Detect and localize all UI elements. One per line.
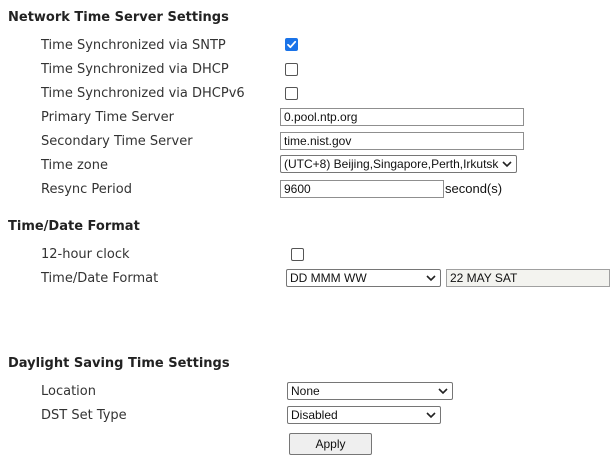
dst-type-select-value: Disabled	[291, 408, 338, 422]
dhcp-checkbox[interactable]	[285, 63, 298, 76]
timezone-label: Time zone	[41, 158, 108, 173]
dst-type-label: DST Set Type	[41, 408, 127, 423]
check-icon	[287, 40, 297, 49]
location-select-value: None	[291, 384, 320, 398]
location-label: Location	[41, 384, 96, 399]
location-select[interactable]: None	[287, 382, 453, 400]
hour12-label: 12-hour clock	[41, 247, 130, 262]
dhcpv6-checkbox[interactable]	[285, 87, 298, 100]
ntp-section-title: Network Time Server Settings	[8, 10, 229, 25]
secondary-server-label: Secondary Time Server	[41, 134, 193, 149]
dst-section-title: Daylight Saving Time Settings	[8, 356, 230, 371]
format-section-title: Time/Date Format	[8, 219, 140, 234]
format-preview: 22 MAY SAT	[446, 269, 610, 287]
primary-server-input[interactable]: 0.pool.ntp.org	[280, 108, 524, 126]
sntp-label: Time Synchronized via SNTP	[41, 38, 226, 53]
timezone-select-value: (UTC+8) Beijing,Singapore,Perth,Irkutsk	[284, 157, 499, 171]
dst-type-select[interactable]: Disabled	[287, 406, 441, 424]
chevron-down-icon	[502, 161, 512, 168]
resync-unit: second(s)	[445, 181, 503, 196]
dhcp-label: Time Synchronized via DHCP	[41, 62, 229, 77]
dhcpv6-label: Time Synchronized via DHCPv6	[41, 86, 245, 101]
resync-input[interactable]: 9600	[280, 180, 444, 198]
apply-button[interactable]: Apply	[289, 433, 372, 455]
chevron-down-icon	[426, 412, 436, 419]
timezone-select[interactable]: (UTC+8) Beijing,Singapore,Perth,Irkutsk	[280, 155, 517, 173]
format-label: Time/Date Format	[41, 271, 159, 286]
chevron-down-icon	[438, 388, 448, 395]
resync-label: Resync Period	[41, 182, 132, 197]
chevron-down-icon	[426, 275, 436, 282]
format-select[interactable]: DD MMM WW	[286, 269, 441, 287]
hour12-checkbox[interactable]	[291, 248, 304, 261]
format-select-value: DD MMM WW	[290, 271, 367, 285]
sntp-checkbox[interactable]	[285, 38, 298, 51]
primary-server-label: Primary Time Server	[41, 110, 174, 125]
secondary-server-input[interactable]: time.nist.gov	[280, 132, 524, 150]
